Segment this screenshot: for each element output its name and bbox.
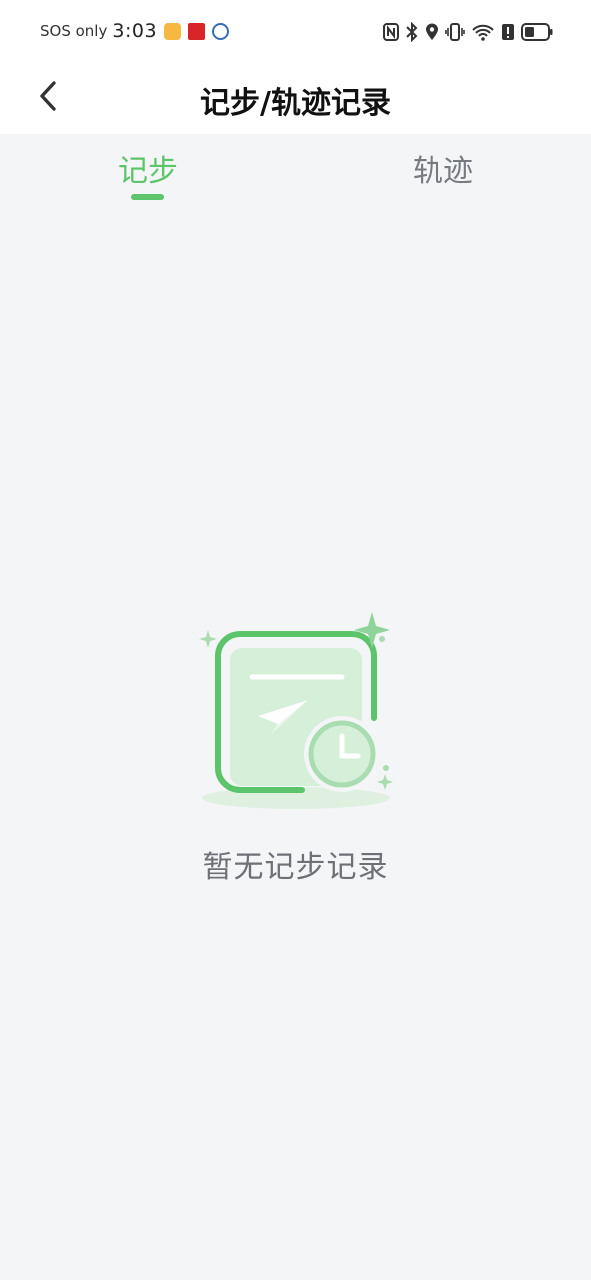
status-bar: SOS only 3:03	[0, 0, 591, 64]
nfc-icon	[383, 23, 399, 41]
network-status-text: SOS only	[40, 22, 108, 40]
battery-icon	[521, 23, 553, 41]
tab-track[interactable]: 轨迹	[413, 146, 473, 190]
app-header: 记步/轨迹记录	[0, 64, 591, 134]
page-title: 记步/轨迹记录	[200, 86, 391, 121]
clock-time: 3:03	[112, 20, 158, 42]
screen: SOS only 3:03 记步/轨迹记录 记步 轨迹 暂无记步记录	[0, 0, 591, 1280]
empty-record-illustration	[196, 606, 396, 816]
vibrate-icon	[445, 22, 465, 42]
security-app-icon	[212, 22, 230, 40]
location-icon	[425, 23, 439, 41]
wifi-icon	[471, 22, 495, 42]
tab-steps[interactable]: 记步	[118, 146, 178, 190]
status-bar-left: SOS only 3:03	[40, 20, 230, 42]
alert-icon	[501, 23, 515, 41]
notes-app-icon	[164, 22, 182, 40]
tab-bar: 记步 轨迹	[0, 134, 591, 206]
status-bar-right	[383, 22, 553, 42]
news-app-icon	[188, 22, 206, 40]
active-tab-indicator	[131, 194, 164, 200]
bluetooth-icon	[405, 22, 419, 42]
empty-state-message: 暂无记步记录	[202, 850, 389, 885]
